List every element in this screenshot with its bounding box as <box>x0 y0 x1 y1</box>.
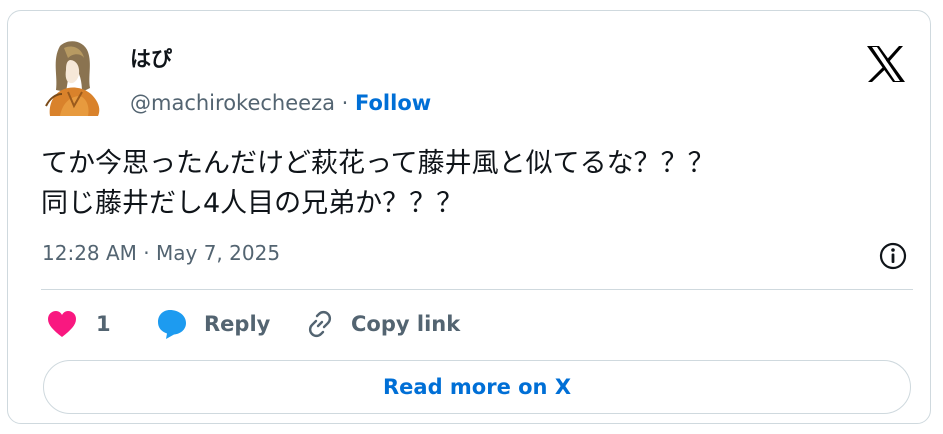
follow-button[interactable]: Follow <box>355 91 431 115</box>
divider <box>41 289 913 290</box>
tweet-text-line: 同じ藤井だし4人目の兄弟か？？？ <box>41 188 464 219</box>
reply-label: Reply <box>204 312 271 336</box>
tweet-timestamp[interactable]: 12:28 AM · May 7, 2025 <box>42 241 280 265</box>
read-more-button[interactable]: Read more on X <box>43 360 911 414</box>
like-count: 1 <box>96 312 111 336</box>
handle-separator: · <box>334 91 355 115</box>
info-icon[interactable] <box>878 241 908 271</box>
copy-link-button[interactable]: Copy link <box>305 304 460 344</box>
avatar[interactable] <box>38 36 106 116</box>
speech-bubble-icon <box>156 308 188 340</box>
like-button[interactable]: 1 <box>46 304 111 344</box>
x-logo-icon[interactable] <box>866 45 906 83</box>
tweet-text-line: てか今思ったんだけど萩花って藤井風と似てるな？？？ <box>41 148 715 179</box>
copy-link-label: Copy link <box>351 312 461 336</box>
author-handle-row: @machirokecheeza · Follow <box>130 91 431 115</box>
tweet-text: てか今思ったんだけど萩花って藤井風と似てるな？？？ 同じ藤井だし4人目の兄弟か？… <box>41 144 911 224</box>
link-icon <box>305 309 335 339</box>
author-display-name[interactable]: はぴ <box>130 43 172 73</box>
heart-icon <box>46 309 78 339</box>
tweet-embed-card: はぴ @machirokecheeza · Follow てか今思ったんだけど萩… <box>7 10 931 424</box>
avatar-illustration <box>38 36 106 116</box>
reply-button[interactable]: Reply <box>156 304 270 344</box>
author-handle[interactable]: @machirokecheeza <box>130 91 335 115</box>
